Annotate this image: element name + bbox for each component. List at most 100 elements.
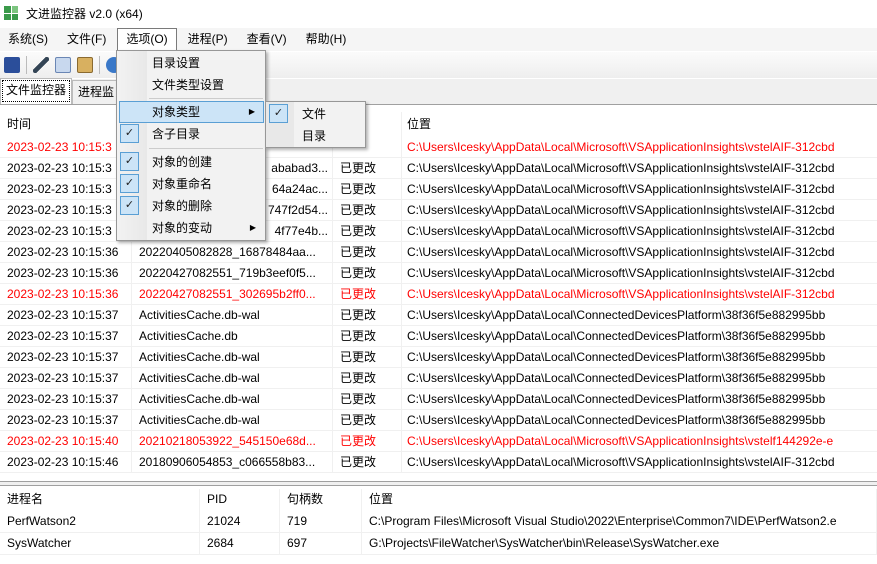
save-icon[interactable]: [4, 57, 20, 73]
submenu-item-file[interactable]: ✓ 文件: [268, 103, 365, 125]
menu-item-directory-settings[interactable]: 目录设置: [119, 52, 264, 74]
cell-location: C:\Program Files\Microsoft Visual Studio…: [362, 511, 877, 532]
menu-process[interactable]: 进程(P): [180, 28, 236, 51]
cell-handles: 697: [280, 533, 362, 554]
cell-path: C:\Users\Icesky\AppData\Local\Microsoft\…: [407, 182, 835, 196]
cell-path: C:\Users\Icesky\AppData\Local\Microsoft\…: [407, 455, 835, 469]
table-row[interactable]: 2023-02-23 10:15:37 ActivitiesCache.db-wa…: [0, 389, 877, 410]
tab-file-monitor[interactable]: 文件监控器: [0, 78, 73, 104]
cell-status: 已更改: [333, 326, 402, 346]
process-row[interactable]: SysWatcher 2684 697 G:\Projects\FileWatcher…: [0, 533, 877, 555]
cell-path: C:\Users\Icesky\AppData\Local\Microsoft\…: [407, 434, 834, 448]
cut-icon[interactable]: [33, 57, 49, 73]
cell-time: 2023-02-23 10:15:3: [0, 179, 132, 199]
process-row[interactable]: PerfWatson2 21024 719 C:\Program Files\Micr…: [0, 511, 877, 533]
menu-item-label: 对象类型: [152, 105, 201, 119]
cell-time: 2023-02-23 10:15:37: [0, 326, 132, 346]
cell-time: 2023-02-23 10:15:40: [0, 431, 132, 451]
menu-bar: 系统(S) 文件(F) 选项(O) 进程(P) 查看(V) 帮助(H): [0, 28, 877, 51]
copy-icon[interactable]: [55, 57, 71, 73]
cell-status: 已更改: [333, 200, 402, 220]
cell-time: 2023-02-23 10:15:3: [0, 137, 132, 157]
cell-path: C:\Users\Icesky\AppData\Local\ConnectedD…: [407, 350, 826, 364]
cell-path: C:\Users\Icesky\AppData\Local\Microsoft\…: [407, 161, 835, 175]
check-icon: ✓: [120, 124, 139, 143]
cell-path: C:\Users\Icesky\AppData\Local\Microsoft\…: [407, 224, 835, 238]
cell-status: 已更改: [333, 410, 402, 430]
cell-path: C:\Users\Icesky\AppData\Local\ConnectedD…: [407, 371, 826, 385]
table-row[interactable]: 2023-02-23 10:15:40 20210218053922_545150…: [0, 431, 877, 452]
cell-time: 2023-02-23 10:15:3: [0, 200, 132, 220]
submenu-arrow-icon: ▶: [248, 107, 255, 116]
check-icon: ✓: [120, 152, 139, 171]
column-header-pid[interactable]: PID: [200, 489, 280, 511]
table-row[interactable]: 2023-02-23 10:15:36 20220405082828_168784…: [0, 242, 877, 263]
menu-help[interactable]: 帮助(H): [298, 28, 355, 51]
cell-status: 已更改: [333, 179, 402, 199]
menu-view[interactable]: 查看(V): [239, 28, 295, 51]
object-type-submenu: ✓ 文件 目录: [265, 101, 366, 148]
cell-time: 2023-02-23 10:15:37: [0, 347, 132, 367]
tab-process-monitor[interactable]: 进程监: [72, 80, 121, 104]
options-dropdown-menu: 目录设置 文件类型设置 对象类型 ▶ ✓ 含子目录 ✓ 对象的创建 ✓ 对象重命名 ✓ 对…: [116, 50, 266, 241]
title-bar: 文进监控器 v2.0 (x64): [0, 0, 877, 26]
cell-path: C:\Users\Icesky\AppData\Local\ConnectedD…: [407, 392, 826, 406]
menu-item-object-created[interactable]: ✓ 对象的创建: [119, 151, 264, 173]
cell-path: C:\Users\Icesky\AppData\Local\Microsoft\…: [407, 140, 835, 154]
menu-item-object-renamed[interactable]: ✓ 对象重命名: [119, 173, 264, 195]
cell-status: 已更改: [333, 284, 402, 304]
column-header-handles[interactable]: 句柄数: [280, 489, 362, 511]
cell-time: 2023-02-23 10:15:3: [0, 221, 132, 241]
menu-item-object-changed[interactable]: 对象的变动 ▶: [119, 217, 264, 239]
cell-handles: 719: [280, 511, 362, 532]
process-list[interactable]: 进程名 PID 句柄数 位置 PerfWatson2 21024 719 C:\Pro…: [0, 489, 877, 555]
column-header-path[interactable]: 位置: [402, 112, 877, 137]
paste-icon[interactable]: [77, 57, 93, 73]
cell-time: 2023-02-23 10:15:36: [0, 284, 132, 304]
cell-time: 2023-02-23 10:15:36: [0, 242, 132, 262]
cell-status: 已更改: [333, 389, 402, 409]
cell-status: 已更改: [333, 221, 402, 241]
menu-options[interactable]: 选项(O): [117, 28, 177, 51]
table-row[interactable]: 2023-02-23 10:15:37 ActivitiesCache.db-wa…: [0, 410, 877, 431]
cell-process-name: PerfWatson2: [0, 511, 200, 532]
submenu-item-directory[interactable]: 目录: [268, 125, 365, 147]
cell-name: ActivitiesCache.db-wal: [132, 368, 333, 388]
cell-status: 已更改: [333, 305, 402, 325]
cell-name: ActivitiesCache.db-wal: [132, 389, 333, 409]
column-header-time[interactable]: 时间: [0, 112, 132, 137]
toolbar-separator: [99, 56, 100, 74]
column-header-location[interactable]: 位置: [362, 489, 877, 511]
menu-separator: [149, 148, 263, 149]
cell-name: ActivitiesCache.db-wal: [132, 410, 333, 430]
cell-time: 2023-02-23 10:15:37: [0, 410, 132, 430]
menu-item-object-type[interactable]: 对象类型 ▶: [119, 101, 264, 123]
submenu-arrow-icon: ▶: [249, 223, 256, 232]
cell-name: ActivitiesCache.db-wal: [132, 305, 333, 325]
cell-name: ActivitiesCache.db-wal: [132, 347, 333, 367]
cell-name: 20220427082551_719b3eef0f5...: [132, 263, 333, 283]
table-row[interactable]: 2023-02-23 10:15:37 ActivitiesCache.db 已更改…: [0, 326, 877, 347]
column-header-process-name[interactable]: 进程名: [0, 489, 200, 511]
table-row[interactable]: 2023-02-23 10:15:37 ActivitiesCache.db-wa…: [0, 368, 877, 389]
menu-item-filetype-settings[interactable]: 文件类型设置: [119, 74, 264, 96]
table-row[interactable]: 2023-02-23 10:15:36 20220427082551_302695…: [0, 284, 877, 305]
menu-item-object-deleted[interactable]: ✓ 对象的删除: [119, 195, 264, 217]
cell-time: 2023-02-23 10:15:37: [0, 368, 132, 388]
window-title: 文进监控器 v2.0 (x64): [26, 6, 143, 21]
cell-time: 2023-02-23 10:15:36: [0, 263, 132, 283]
menu-item-label: 含子目录: [152, 127, 201, 141]
table-row[interactable]: 2023-02-23 10:15:37 ActivitiesCache.db-wa…: [0, 305, 877, 326]
menu-file[interactable]: 文件(F): [59, 28, 114, 51]
menu-item-include-subdirs[interactable]: ✓ 含子目录: [119, 123, 264, 145]
splitter[interactable]: [0, 481, 877, 486]
menu-system[interactable]: 系统(S): [0, 28, 56, 51]
cell-path: C:\Users\Icesky\AppData\Local\ConnectedD…: [407, 329, 826, 343]
toolbar-separator: [26, 56, 27, 74]
table-row[interactable]: 2023-02-23 10:15:37 ActivitiesCache.db-wa…: [0, 347, 877, 368]
check-icon: ✓: [269, 104, 288, 123]
table-row[interactable]: 2023-02-23 10:15:46 20180906054853_c06655…: [0, 452, 877, 473]
check-icon: ✓: [120, 174, 139, 193]
cell-pid: 21024: [200, 511, 280, 532]
table-row[interactable]: 2023-02-23 10:15:36 20220427082551_719b3e…: [0, 263, 877, 284]
